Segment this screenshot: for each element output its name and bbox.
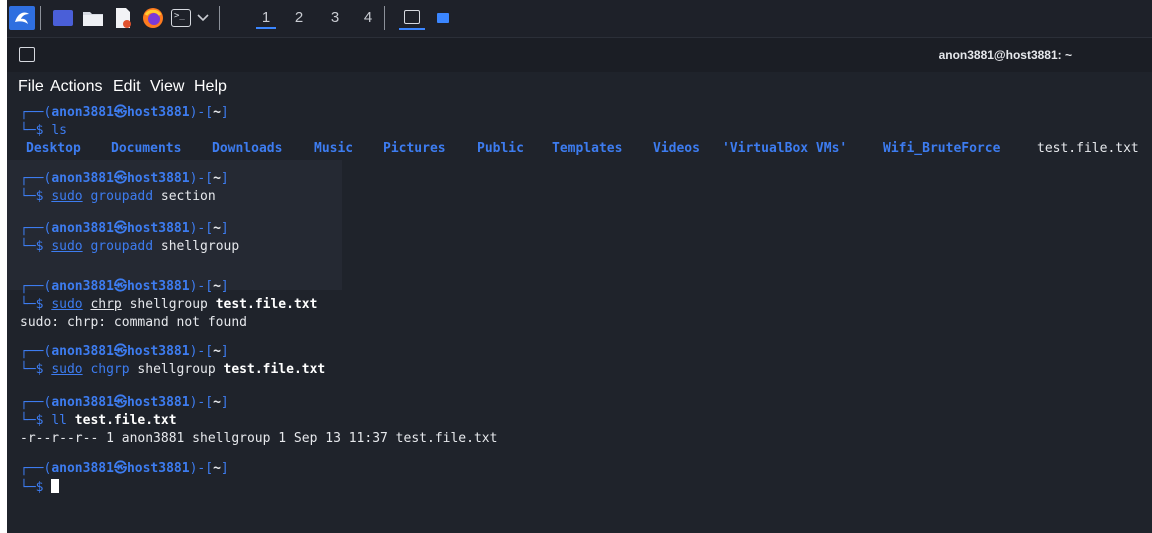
chevron-down-icon[interactable] <box>195 6 211 30</box>
prompt-line: ┌──(anon3881㉿host3881)-[~] <box>20 279 229 294</box>
text-cursor <box>51 479 60 493</box>
taskbar-separator <box>384 6 385 30</box>
workspace-1[interactable]: 1 <box>256 7 276 29</box>
command-line[interactable]: └─$ <box>20 479 60 497</box>
command-line: └─$ sudo groupadd shellgroup <box>20 239 240 254</box>
prompt-line: ┌──(anon3881㉿host3881)-[~] <box>20 105 229 120</box>
terminal-output[interactable]: ┌──(anon3881㉿host3881)-[~] └─$ ls Deskto… <box>7 102 1152 533</box>
taskbar-terminal-window[interactable] <box>399 6 425 30</box>
prompt-line: ┌──(anon3881㉿host3881)-[~] <box>20 395 229 410</box>
taskbar-app-window[interactable] <box>433 6 453 30</box>
menu-view[interactable]: View <box>150 78 184 96</box>
window-title: anon3881@host3881: ~ <box>938 48 1072 62</box>
command-line: └─$ sudo chgrp shellgroup test.file.txt <box>20 362 326 377</box>
prompt-line: ┌──(anon3881㉿host3881)-[~] <box>20 344 229 359</box>
command-line: └─$ sudo chrp shellgroup test.file.txt <box>20 297 318 312</box>
menu-bar: File Actions Edit View Help <box>7 72 1152 102</box>
ll-output: -r--r--r-- 1 anon3881 shellgroup 1 Sep 1… <box>20 431 498 446</box>
menu-help[interactable]: Help <box>194 78 227 96</box>
taskbar-separator <box>219 6 220 30</box>
command-line: └─$ ll test.file.txt <box>20 413 177 428</box>
text-editor-icon[interactable] <box>111 6 135 30</box>
workspace-4[interactable]: 4 <box>358 7 378 29</box>
ls-output: Desktop Documents Downloads Music Pictures Pu… <box>26 141 1139 156</box>
command-line: └─$ ls <box>20 123 67 138</box>
menu-actions[interactable]: Actions <box>50 78 102 96</box>
terminal-icon[interactable]: >_ <box>170 6 192 30</box>
workspace-2[interactable]: 2 <box>289 7 309 29</box>
desktop: >_ 1 2 3 4 anon3881@host3881: ~ File Act… <box>7 0 1152 533</box>
taskbar: >_ 1 2 3 4 <box>7 0 1152 38</box>
firefox-icon[interactable] <box>141 6 165 30</box>
prompt-line: ┌──(anon3881㉿host3881)-[~] <box>20 221 229 236</box>
menu-file[interactable]: File <box>18 78 44 96</box>
menu-edit[interactable]: Edit <box>113 78 141 96</box>
error-output: sudo: chrp: command not found <box>20 315 247 330</box>
command-line: └─$ sudo groupadd section <box>20 189 216 204</box>
window-titlebar: anon3881@host3881: ~ <box>7 38 1152 72</box>
prompt-line: ┌──(anon3881㉿host3881)-[~] <box>20 171 229 186</box>
prompt-line: ┌──(anon3881㉿host3881)-[~] <box>20 461 229 476</box>
workspace-3[interactable]: 3 <box>325 7 345 29</box>
desktop-icon[interactable] <box>51 6 75 30</box>
kali-dragon-icon[interactable] <box>9 6 35 30</box>
taskbar-separator <box>40 6 41 30</box>
folder-icon[interactable] <box>81 6 105 30</box>
terminal-window-icon <box>19 47 35 62</box>
